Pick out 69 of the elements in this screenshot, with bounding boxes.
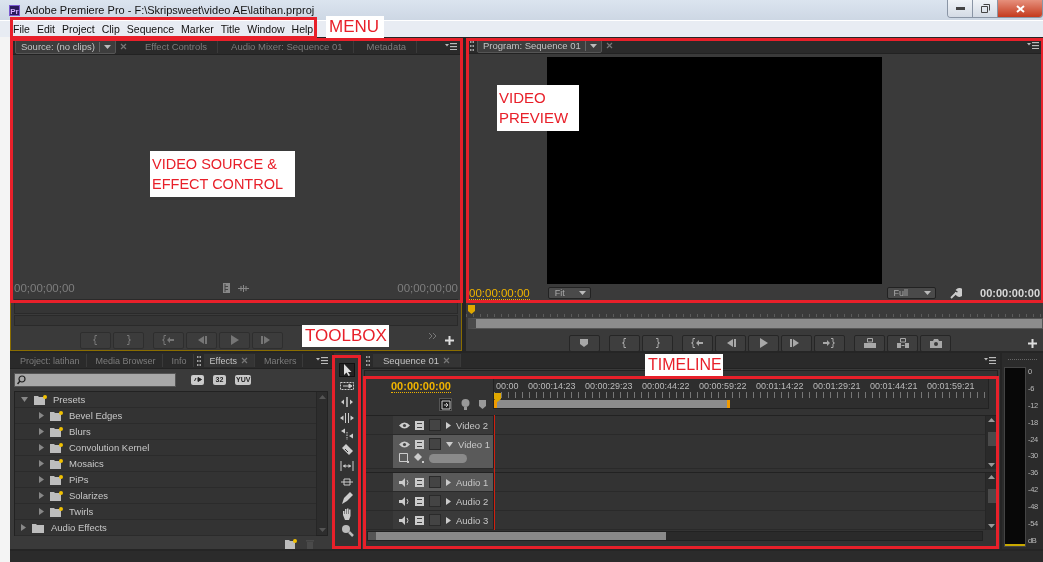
- tree-label: PiPs: [69, 474, 89, 485]
- ruler-label: 00:00:44:22: [642, 380, 691, 391]
- tree-item[interactable]: Bevel Edges: [15, 408, 316, 424]
- annotation-label: VIDEO SOURCE & EFFECT CONTROL: [150, 151, 295, 197]
- panel-tab[interactable]: Effect Controls: [134, 40, 219, 53]
- track-name: Video 2: [456, 419, 489, 431]
- menu-item[interactable]: Clip: [98, 23, 124, 35]
- tree-label: Convolution Kernel: [69, 442, 150, 453]
- menu-item[interactable]: Marker: [178, 23, 218, 35]
- track-header[interactable]: Video 1: [393, 435, 493, 468]
- track-name: Audio 1: [456, 476, 489, 488]
- track-header[interactable]: Audio 2: [393, 492, 493, 510]
- ruler-label: 00:00:59:22: [699, 380, 748, 391]
- track-header[interactable]: Audio 1: [393, 473, 493, 491]
- window-title: Adobe Premiere Pro - F:\Skripsweet\video AE\latihan.prproj: [25, 4, 315, 16]
- tree-label: Blurs: [69, 426, 91, 437]
- tree-item[interactable]: Twirls: [15, 504, 316, 520]
- resolution-dropdown[interactable]: Full: [886, 287, 937, 299]
- panel-tab[interactable]: Effects: [203, 354, 255, 367]
- annotation-label: TIMELINE: [645, 354, 723, 376]
- timecode[interactable]: 00:00:00:00: [391, 380, 451, 393]
- tree-item[interactable]: Convolution Kernel: [15, 440, 316, 456]
- timecode[interactable]: 00:00:00:00: [469, 286, 530, 300]
- menu-item[interactable]: Sequence: [123, 23, 179, 35]
- tree-item[interactable]: Blurs: [15, 424, 316, 440]
- panel-tab[interactable]: Project: latihan: [14, 354, 87, 367]
- tree-label: Audio Effects: [51, 522, 107, 533]
- timecode: 00;00;00;00: [397, 282, 458, 294]
- panel-tab[interactable]: Info: [165, 354, 194, 367]
- ruler-label: 00:01:44:21: [870, 380, 919, 391]
- menu-item[interactable]: Edit: [33, 23, 59, 35]
- menu-item[interactable]: Title: [217, 23, 245, 35]
- ruler-label: 00:01:59:21: [927, 380, 976, 391]
- track-name: Audio 2: [456, 495, 489, 507]
- panel-tab[interactable]: Metadata: [356, 40, 418, 53]
- track-header[interactable]: Video 2: [393, 416, 493, 434]
- app-icon: Pr: [9, 4, 20, 16]
- menu-item[interactable]: File: [10, 23, 34, 35]
- tree-label: Bevel Edges: [69, 410, 123, 421]
- track-header[interactable]: Audio 3: [393, 511, 493, 529]
- ruler-label: 00:01:29:21: [813, 380, 862, 391]
- track-name: Audio 3: [456, 514, 489, 526]
- tree-label: Solarizes: [69, 490, 109, 501]
- annotation-label: TOOLBOX: [302, 325, 389, 347]
- ruler-label: 00:00:14:23: [528, 380, 577, 391]
- zoom-dropdown[interactable]: Fit: [547, 287, 591, 299]
- panel-tab[interactable]: Sequence 01: [373, 354, 461, 367]
- tree-item[interactable]: Presets: [15, 392, 316, 408]
- tree-label: Twirls: [69, 506, 94, 517]
- menu-item[interactable]: Project: [59, 23, 99, 35]
- annotation-label: VIDEO PREVIEW: [497, 85, 579, 131]
- duration: 00:00:00:00: [980, 287, 1040, 299]
- panel-tab[interactable]: Media Browser: [89, 354, 163, 367]
- panel-tab[interactable]: Audio Mixer: Sequence 01: [221, 40, 354, 53]
- tree-item[interactable]: PiPs: [15, 472, 316, 488]
- tree-label: Mosaics: [69, 458, 104, 469]
- ruler-label: 00:00:29:23: [585, 380, 634, 391]
- tree-item[interactable]: Mosaics: [15, 456, 316, 472]
- tree-item[interactable]: Solarizes: [15, 488, 316, 504]
- timecode: 00;00;00;00: [14, 282, 75, 294]
- ruler-label: 00:00: [495, 380, 520, 391]
- ruler-label: 00:01:14:22: [756, 380, 805, 391]
- menu-item[interactable]: Window: [244, 23, 289, 35]
- annotation-label: MENU: [326, 16, 384, 38]
- tree-item[interactable]: Audio Effects: [15, 520, 316, 536]
- panel-tab[interactable]: Markers: [257, 354, 304, 367]
- track-name: Video 1: [458, 438, 491, 450]
- menu-item[interactable]: Help: [288, 23, 318, 35]
- tree-label: Presets: [53, 394, 86, 405]
